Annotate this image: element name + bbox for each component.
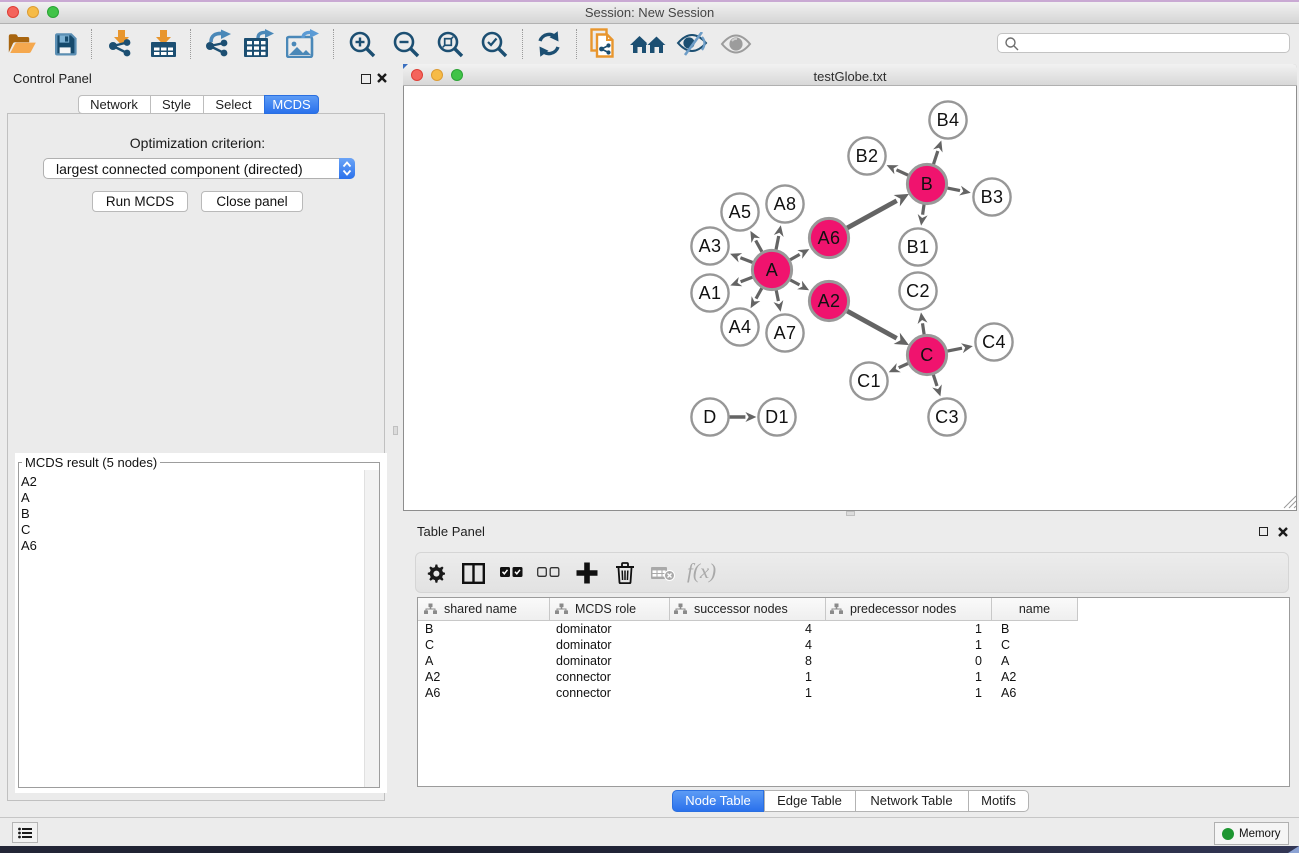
svg-text:A4: A4	[729, 317, 752, 337]
svg-text:B2: B2	[856, 146, 879, 166]
svg-text:B4: B4	[937, 110, 960, 130]
svg-text:A: A	[766, 260, 778, 280]
svg-text:B1: B1	[907, 237, 930, 257]
svg-text:C1: C1	[857, 371, 881, 391]
svg-text:B3: B3	[981, 187, 1004, 207]
svg-text:A2: A2	[818, 291, 841, 311]
svg-text:C2: C2	[906, 281, 930, 301]
svg-text:C: C	[920, 345, 933, 365]
svg-text:A3: A3	[699, 236, 722, 256]
svg-text:C4: C4	[982, 332, 1006, 352]
svg-text:D1: D1	[765, 407, 789, 427]
svg-text:A8: A8	[774, 194, 797, 214]
svg-text:A1: A1	[699, 283, 722, 303]
svg-text:D: D	[703, 407, 716, 427]
svg-text:A5: A5	[729, 202, 752, 222]
svg-text:B: B	[921, 174, 933, 194]
svg-text:A7: A7	[774, 323, 797, 343]
svg-text:C3: C3	[935, 407, 959, 427]
svg-text:A6: A6	[818, 228, 841, 248]
